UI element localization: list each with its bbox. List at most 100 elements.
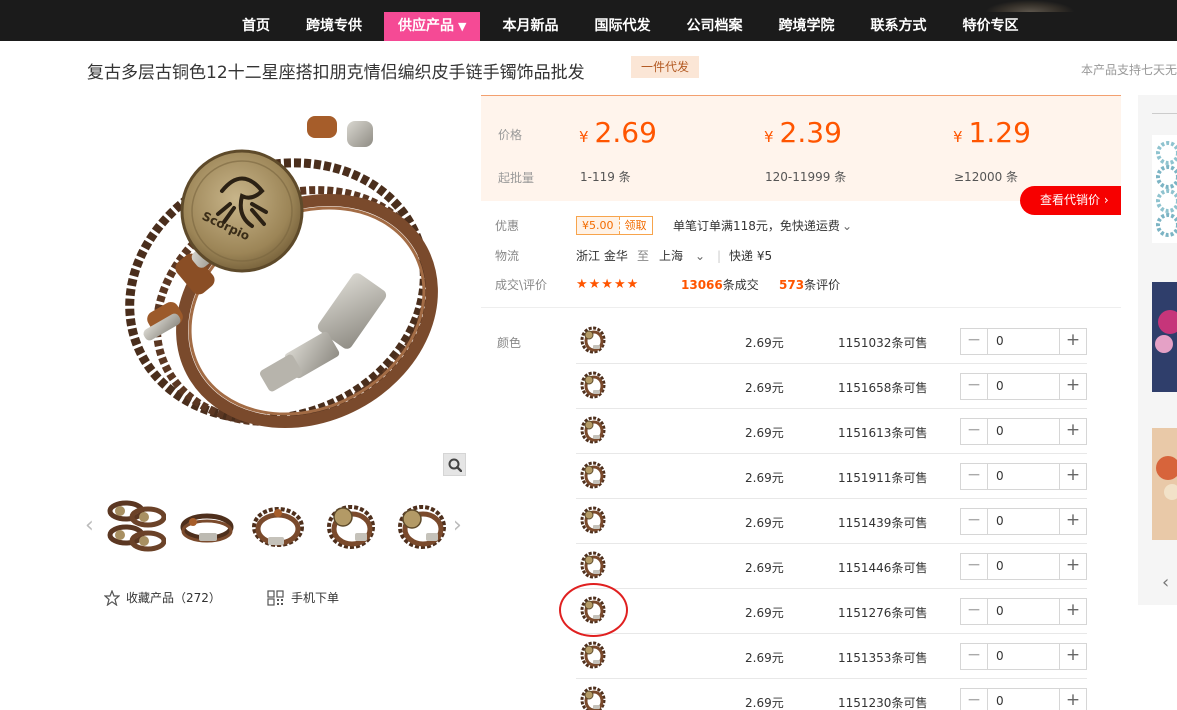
quantity-stepper: −0 + [960, 418, 1087, 445]
decrement-button[interactable]: − [961, 599, 988, 624]
chevron-down-icon[interactable]: ⌄ [842, 217, 852, 235]
nav-cross-border-academy[interactable]: 跨境学院 [764, 12, 848, 41]
free-shipping-text: 单笔订单满118元，免快递运费 [673, 219, 840, 233]
nav-cross-border-supply[interactable]: 跨境专供 [292, 12, 376, 41]
sku-thumbnail[interactable] [578, 550, 608, 580]
sku-stock: 1151230条可售 [838, 696, 928, 710]
caret-down-icon: ▼ [458, 20, 467, 33]
thumbnail-image [252, 507, 304, 547]
thumbnail-image [398, 505, 446, 549]
trade-count-number: 13066 [681, 278, 723, 292]
thumbnail-strip: ‹ › [85, 495, 470, 557]
price-label: 价格 [498, 128, 523, 142]
nav-specials[interactable]: 特价专区 [948, 12, 1032, 41]
nav-supply-products[interactable]: 供应产品 ▼ [384, 12, 481, 41]
increment-button[interactable]: + [1059, 509, 1086, 534]
review-count[interactable]: 573条评价 [779, 276, 840, 294]
sku-thumbnail[interactable] [578, 415, 608, 445]
sku-thumbnail[interactable] [578, 685, 608, 710]
thumbnail-1[interactable] [106, 497, 167, 555]
quantity-input[interactable]: 0 [988, 374, 1059, 399]
decrement-button[interactable]: − [961, 554, 988, 579]
mobile-order-button[interactable]: 手机下单 [267, 589, 339, 606]
bracelet-thumb-icon [580, 326, 606, 354]
thumbnail-image [327, 505, 375, 549]
decrement-button[interactable]: − [961, 689, 988, 710]
increment-button[interactable]: + [1059, 329, 1086, 354]
nav-contact[interactable]: 联系方式 [856, 12, 940, 41]
recommend-item-3[interactable] [1152, 428, 1177, 540]
quantity-input[interactable]: 0 [988, 509, 1059, 534]
recommend-item-2[interactable] [1152, 282, 1177, 392]
coupon-get-button[interactable]: 领取 [618, 217, 652, 234]
nav-new-this-month[interactable]: 本月新品 [488, 12, 572, 41]
decrement-button[interactable]: − [961, 374, 988, 399]
quantity-input[interactable]: 0 [988, 554, 1059, 579]
quantity-input[interactable]: 0 [988, 329, 1059, 354]
dropship-badge[interactable]: 一件代发 [631, 56, 699, 78]
chevron-down-icon[interactable]: ⌄ [695, 247, 705, 265]
sku-thumbnail[interactable] [578, 640, 608, 670]
sku-price: 2.69元 [745, 426, 784, 440]
ship-from: 浙江 金华 [576, 249, 628, 263]
trade-count[interactable]: 13066条成交 [681, 276, 759, 294]
sku-row: 2.69元 1151230条可售 −0 + [576, 679, 1087, 710]
sku-row: 2.69元 1151032条可售 −0 + [576, 319, 1087, 364]
product-title: 复古多层古铜色12十二星座搭扣朋克情侣编织皮手链手镯饰品批发 [87, 63, 585, 83]
bead-bracelet-image [1155, 310, 1177, 353]
sku-thumbnail[interactable] [578, 460, 608, 490]
bracelet-thumb-icon [580, 506, 606, 534]
ship-to[interactable]: 上海 [659, 247, 683, 265]
increment-button[interactable]: + [1059, 554, 1086, 579]
min-order-label: 起批量 [498, 171, 535, 185]
bead-bracelet-image [1156, 456, 1177, 500]
sku-thumbnail[interactable] [578, 325, 608, 355]
thumb-next-arrow[interactable]: › [453, 513, 462, 538]
sku-stock: 1151276条可售 [838, 606, 928, 620]
zoom-button[interactable] [443, 453, 466, 476]
thumbnail-3[interactable] [248, 497, 308, 555]
thumbnail-4[interactable] [319, 497, 379, 555]
sku-price: 2.69元 [745, 381, 784, 395]
recommend-prev-arrow[interactable]: ‹ [1162, 572, 1169, 593]
favorite-label: 收藏产品（272） [126, 591, 221, 605]
decrement-button[interactable]: − [961, 644, 988, 669]
quantity-input[interactable]: 0 [988, 599, 1059, 624]
increment-button[interactable]: + [1059, 464, 1086, 489]
quantity-stepper: −0 + [960, 598, 1087, 625]
decrement-button[interactable]: − [961, 329, 988, 354]
thumb-prev-arrow[interactable]: ‹ [85, 513, 94, 538]
quantity-input[interactable]: 0 [988, 689, 1059, 710]
decrement-button[interactable]: − [961, 419, 988, 444]
coupon[interactable]: ¥5.00 领取 [576, 216, 653, 235]
bracelet-image: Scorpio [125, 116, 438, 428]
nav-home[interactable]: 首页 [228, 12, 284, 41]
increment-button[interactable]: + [1059, 599, 1086, 624]
recommend-item-1[interactable] [1152, 135, 1177, 243]
decrement-button[interactable]: − [961, 509, 988, 534]
sku-thumbnail[interactable] [578, 370, 608, 400]
star-outline-icon [104, 589, 120, 606]
thumbnail-2[interactable] [177, 497, 237, 555]
main-product-image[interactable]: Scorpio [102, 96, 470, 476]
increment-button[interactable]: + [1059, 644, 1086, 669]
sku-row: 2.69元 1151446条可售 −0 + [576, 544, 1087, 589]
sku-stock: 1151658条可售 [838, 381, 928, 395]
quantity-input[interactable]: 0 [988, 419, 1059, 444]
quantity-input[interactable]: 0 [988, 644, 1059, 669]
sku-thumbnail[interactable] [578, 505, 608, 535]
increment-button[interactable]: + [1059, 419, 1086, 444]
bracelet-thumb-icon [580, 686, 606, 710]
favorite-product-button[interactable]: 收藏产品（272） [104, 589, 221, 606]
quantity-input[interactable]: 0 [988, 464, 1059, 489]
nav-international-dropship[interactable]: 国际代发 [580, 12, 664, 41]
view-agent-price-button[interactable]: 查看代销价 › [1020, 186, 1121, 215]
increment-button[interactable]: + [1059, 374, 1086, 399]
increment-button[interactable]: + [1059, 689, 1086, 710]
quantity-stepper: −0 + [960, 463, 1087, 490]
deals-row: 成交\评价 ★★★★★ 13066条成交 573条评价 [495, 276, 875, 294]
thumbnail-5[interactable] [390, 497, 450, 555]
price-tier-1-value: 2.69 [594, 116, 657, 149]
decrement-button[interactable]: − [961, 464, 988, 489]
nav-company-profile[interactable]: 公司档案 [672, 12, 756, 41]
